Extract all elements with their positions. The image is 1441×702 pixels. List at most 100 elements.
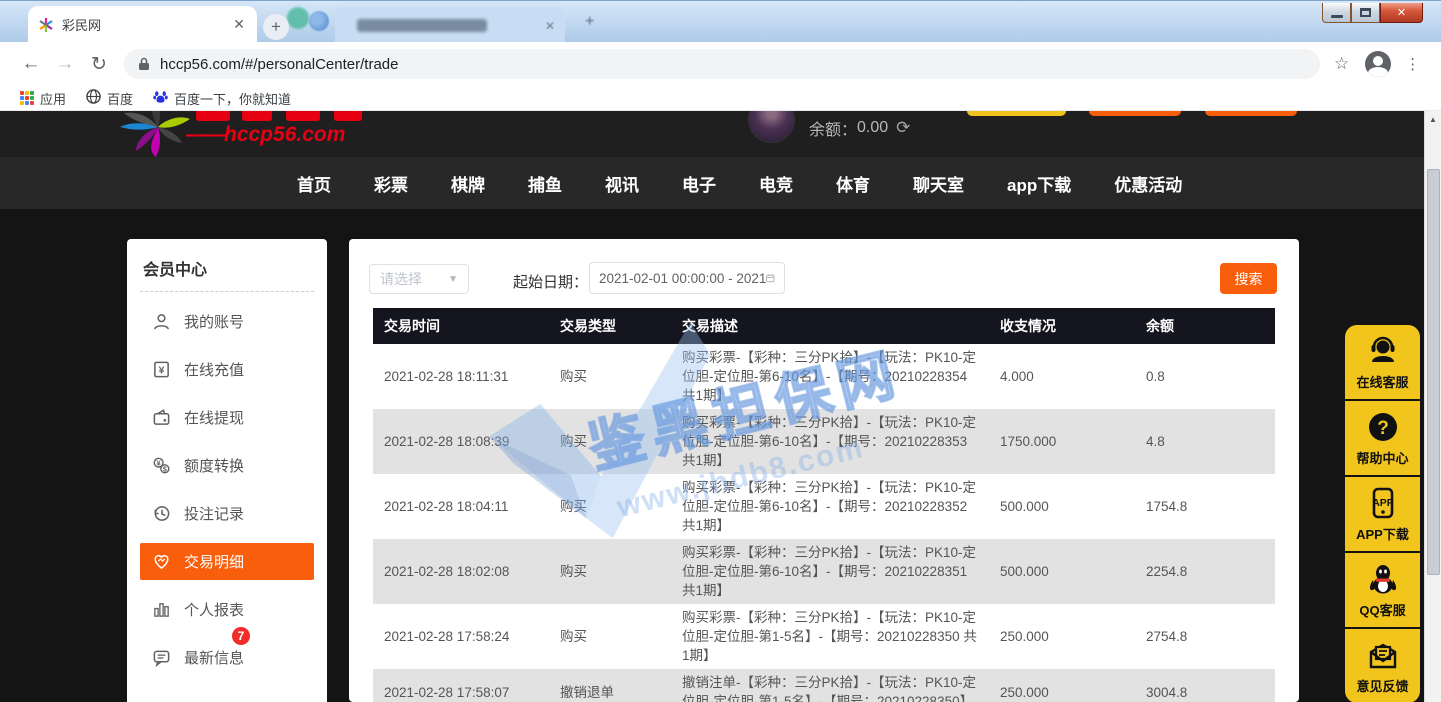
profile-avatar-icon[interactable] xyxy=(1365,51,1391,77)
float-button-APP下载[interactable]: APP APP下载 xyxy=(1345,477,1420,551)
cell-time: 2021-02-28 17:58:24 xyxy=(373,604,549,669)
nav-item-电竞[interactable]: 电竞 xyxy=(759,171,793,196)
bookmark-label: 百度一下，你就知道 xyxy=(174,89,291,108)
close-button[interactable]: ✕ xyxy=(1380,3,1423,23)
column-header: 收支情况 xyxy=(989,308,1135,344)
sidebar-item-在线充值[interactable]: ¥在线充值 xyxy=(140,351,314,388)
app-download-icon: APP xyxy=(1366,486,1400,520)
page-scrollbar: ▲ xyxy=(1424,111,1441,702)
balance-display: 余额： 0.00 ⟳ xyxy=(809,116,910,140)
sidebar-item-我的账号[interactable]: 我的账号 xyxy=(140,303,314,340)
background-browser-window: ✕ + xyxy=(295,1,1195,43)
cut-button-orange[interactable] xyxy=(1205,111,1297,116)
float-button-在线客服[interactable]: 在线客服 xyxy=(1345,325,1420,399)
cell-type: 购买 xyxy=(549,539,671,604)
cell-amount: 4.000 xyxy=(989,344,1135,409)
float-button-帮助中心[interactable]: ?帮助中心 xyxy=(1345,401,1420,475)
sidebar-item-交易明细[interactable]: 交易明细 xyxy=(140,543,314,580)
recharge-icon: ¥ xyxy=(152,360,184,379)
url-text: hccp56.com/#/personalCenter/trade xyxy=(160,56,398,73)
cell-desc: 购买彩票-【彩种：三分PK拾】-【玩法：PK10-定位胆-定位胆-第6-10名】… xyxy=(671,344,989,409)
forward-icon[interactable]: → xyxy=(48,53,82,75)
bookmark-item[interactable]: 百度 xyxy=(86,89,133,108)
nav-item-app下载[interactable]: app下载 xyxy=(1007,171,1071,196)
bookmark-item[interactable]: 应用 xyxy=(20,89,66,108)
cell-type: 购买 xyxy=(549,604,671,669)
browser-tab[interactable]: 彩民网 ✕ xyxy=(28,6,257,43)
cell-time: 2021-02-28 18:02:08 xyxy=(373,539,549,604)
maximize-button[interactable] xyxy=(1351,3,1380,23)
cell-balance: 2254.8 xyxy=(1135,539,1275,604)
float-button-label: 在线客服 xyxy=(1356,372,1408,391)
background-tab: ✕ xyxy=(335,7,565,43)
nav-item-体育[interactable]: 体育 xyxy=(836,171,870,196)
svg-text:¥: ¥ xyxy=(159,365,165,376)
nav-item-彩票[interactable]: 彩票 xyxy=(374,171,408,196)
nav-item-聊天室[interactable]: 聊天室 xyxy=(913,171,964,196)
chevron-down-icon: ▼ xyxy=(448,274,458,285)
sidebar-item-投注记录[interactable]: 投注记录 xyxy=(140,495,314,532)
window-titlebar: ✕ + ✕ 彩民网 ✕ + xyxy=(0,0,1441,42)
lock-icon xyxy=(138,57,150,71)
browser-menu-icon[interactable]: ⋮ xyxy=(1405,55,1420,73)
cell-balance: 1754.8 xyxy=(1135,474,1275,539)
sidebar-item-个人报表[interactable]: 个人报表 xyxy=(140,591,314,628)
column-header: 余额 xyxy=(1135,308,1275,344)
window-controls: ✕ xyxy=(1322,3,1423,23)
scrollbar-up-icon[interactable]: ▲ xyxy=(1425,111,1441,128)
sidebar-title: 会员中心 xyxy=(127,239,327,280)
bookmarks-bar: 应用 百度 百度一下，你就知道 xyxy=(0,86,1441,111)
type-select[interactable]: 请选择 ▼ xyxy=(369,264,469,294)
sidebar-item-额度转换[interactable]: ¥$额度转换 xyxy=(140,447,314,484)
date-value: 2021-02-01 00:00:00 - 2021 xyxy=(599,271,766,286)
tab-close-icon[interactable]: ✕ xyxy=(231,16,247,33)
search-button[interactable]: 搜索 xyxy=(1220,263,1277,294)
cut-button-yellow[interactable] xyxy=(967,111,1066,116)
nav-item-视讯[interactable]: 视讯 xyxy=(605,171,639,196)
bookmark-label: 应用 xyxy=(40,89,66,108)
headset-icon xyxy=(1366,334,1400,368)
calendar-icon xyxy=(766,271,775,285)
table-row: 2021-02-28 17:58:07撤销退单撤销注单-【彩种：三分PK拾】-【… xyxy=(373,669,1275,702)
back-icon[interactable]: ← xyxy=(14,53,48,75)
nav-item-优惠活动[interactable]: 优惠活动 xyxy=(1114,171,1182,196)
cell-balance: 3004.8 xyxy=(1135,669,1275,702)
nav-item-电子[interactable]: 电子 xyxy=(682,171,716,196)
minimize-button[interactable] xyxy=(1322,3,1351,23)
new-tab-button[interactable]: + xyxy=(263,14,289,40)
float-button-label: APP下载 xyxy=(1356,524,1409,543)
date-range-input[interactable]: 2021-02-01 00:00:00 - 2021 xyxy=(589,262,785,294)
background-tab-favicon xyxy=(309,11,329,31)
table-row: 2021-02-28 18:04:11购买购买彩票-【彩种：三分PK拾】-【玩法… xyxy=(373,474,1275,539)
nav-item-首页[interactable]: 首页 xyxy=(297,171,331,196)
cell-type: 购买 xyxy=(549,409,671,474)
cell-type: 购买 xyxy=(549,344,671,409)
notification-badge: 7 xyxy=(232,627,250,645)
feedback-icon xyxy=(1366,638,1400,672)
divider xyxy=(140,291,314,292)
column-header: 交易时间 xyxy=(373,308,549,344)
svg-text:?: ? xyxy=(1377,418,1389,439)
float-button-QQ客服[interactable]: QQ客服 xyxy=(1345,553,1420,627)
address-bar[interactable]: hccp56.com/#/personalCenter/trade xyxy=(124,49,1320,79)
scrollbar-thumb[interactable] xyxy=(1427,169,1440,575)
cell-amount: 500.000 xyxy=(989,539,1135,604)
bookmark-item[interactable]: 百度一下，你就知道 xyxy=(153,89,291,108)
column-header: 交易类型 xyxy=(549,308,671,344)
filter-row: 请选择 ▼ 起始日期： 2021-02-01 00:00:00 - 2021 搜… xyxy=(349,239,1299,303)
report-icon xyxy=(152,600,184,619)
member-sidebar: 会员中心 我的账号 ¥在线充值在线提现 ¥$额度转换投注记录交易明细个人报表最新信息… xyxy=(127,239,327,702)
sidebar-item-最新信息[interactable]: 最新信息7 xyxy=(140,639,314,676)
site-favicon xyxy=(38,17,54,33)
float-button-意见反馈[interactable]: 意见反馈 xyxy=(1345,629,1420,702)
nav-item-捕鱼[interactable]: 捕鱼 xyxy=(528,171,562,196)
sidebar-item-在线提现[interactable]: 在线提现 xyxy=(140,399,314,436)
user-avatar[interactable] xyxy=(748,111,795,143)
refresh-balance-icon[interactable]: ⟳ xyxy=(896,118,910,138)
reload-icon[interactable]: ↻ xyxy=(82,53,116,76)
main-nav: 首页 彩票 棋牌 捕鱼 视讯 电子 电竞 体育 聊天室 app下载 优惠活动 xyxy=(0,157,1424,209)
sidebar-item-label: 额度转换 xyxy=(184,455,244,476)
cut-button-orange[interactable] xyxy=(1089,111,1181,116)
nav-item-棋牌[interactable]: 棋牌 xyxy=(451,171,485,196)
bookmark-star-icon[interactable]: ☆ xyxy=(1334,54,1349,74)
